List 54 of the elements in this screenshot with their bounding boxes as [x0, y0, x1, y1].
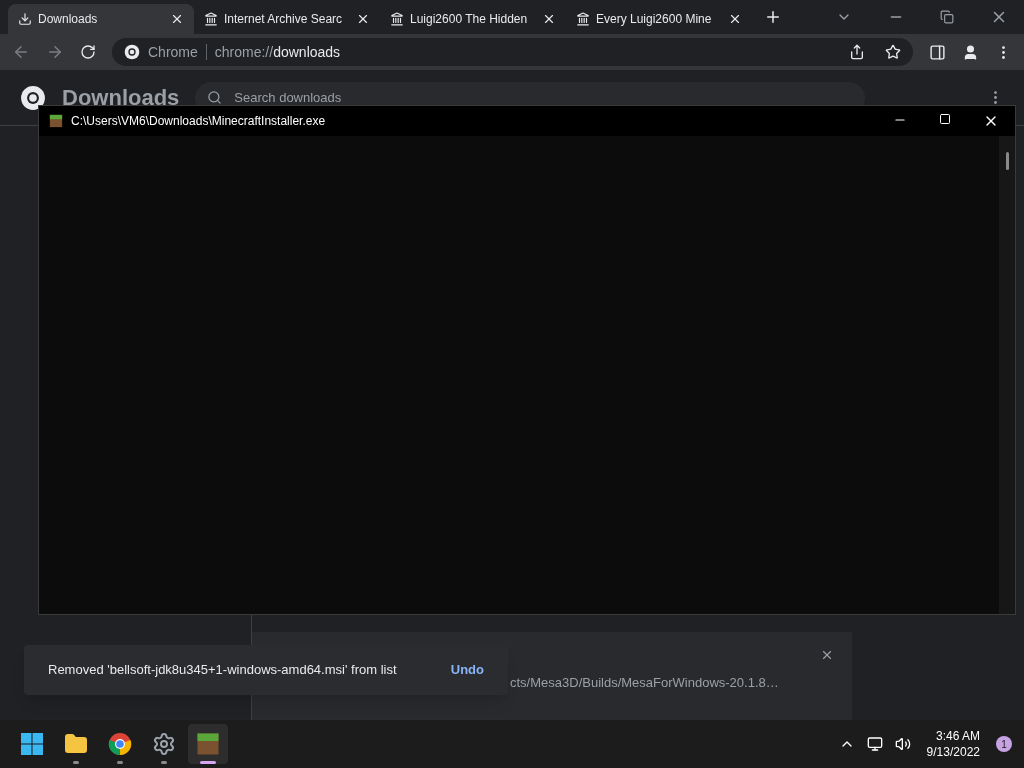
chrome-icon	[108, 732, 132, 756]
running-indicator	[161, 761, 167, 764]
star-icon[interactable]	[885, 44, 901, 60]
new-tab-icon[interactable]	[764, 8, 782, 26]
chrome-logo-icon	[124, 44, 140, 60]
remove-icon[interactable]	[820, 648, 834, 662]
museum-icon	[576, 12, 590, 26]
browser-tab[interactable]: Every Luigi2600 Mine	[566, 4, 752, 34]
chrome-logo-icon	[20, 84, 46, 111]
page-title: Downloads	[62, 83, 180, 112]
browser-tab[interactable]: Downloads	[8, 4, 194, 34]
close-icon[interactable]	[356, 12, 370, 26]
running-indicator	[117, 761, 123, 764]
close-icon[interactable]	[542, 12, 556, 26]
url-text: chrome://downloads	[214, 42, 341, 62]
close-icon[interactable]	[728, 12, 742, 26]
site-label: Chrome	[148, 42, 198, 62]
tab-title: Internet Archive Searc	[224, 11, 344, 28]
browser-tab[interactable]: Luigi2600 The Hidden	[380, 4, 566, 34]
reload-icon[interactable]	[80, 44, 96, 60]
search-placeholder: Search downloads	[234, 88, 342, 107]
clock[interactable]: 3:46 AM 9/13/2022	[922, 728, 984, 760]
back-icon[interactable]	[12, 43, 30, 61]
side-panel-icon[interactable]	[929, 43, 946, 61]
tab-title: Luigi2600 The Hidden	[410, 11, 529, 28]
share-icon[interactable]	[849, 44, 865, 60]
museum-icon	[390, 12, 404, 26]
folder-icon	[64, 732, 88, 756]
profile-icon[interactable]	[962, 43, 979, 61]
windows-start-icon	[20, 732, 44, 756]
running-indicator	[73, 761, 79, 764]
tab-title: Every Luigi2600 Mine	[596, 11, 713, 28]
download-icon	[18, 12, 32, 26]
undo-link[interactable]: Undo	[450, 660, 484, 680]
taskbar-app[interactable]	[188, 724, 228, 764]
grass-block-icon	[49, 114, 63, 128]
window-title: C:\Users\VM6\Downloads\MinecraftInstaller.exe	[71, 113, 326, 130]
scrollbar[interactable]	[999, 136, 1015, 614]
tab-title: Downloads	[38, 11, 99, 28]
close-icon[interactable]	[170, 12, 184, 26]
gear-icon	[152, 732, 176, 756]
grass-block-icon	[196, 732, 220, 756]
browser-tab[interactable]: Internet Archive Searc	[194, 4, 380, 34]
forward-icon[interactable]	[46, 43, 64, 61]
museum-icon	[204, 12, 218, 26]
address-bar[interactable]: Chrome chrome://downloads	[112, 38, 913, 66]
search-icon	[207, 90, 223, 105]
notification-badge[interactable]: 1	[996, 736, 1012, 752]
toast-message: Removed 'bellsoft-jdk8u345+1-windows-amd64.msi' from list	[48, 661, 397, 680]
volume-icon[interactable]	[894, 736, 911, 752]
running-indicator	[200, 761, 216, 764]
download-path: cts/Mesa3D/Builds/MesaForWindows-20.1.8…	[510, 675, 779, 690]
restore-icon[interactable]	[940, 10, 954, 24]
network-icon[interactable]	[866, 736, 883, 752]
